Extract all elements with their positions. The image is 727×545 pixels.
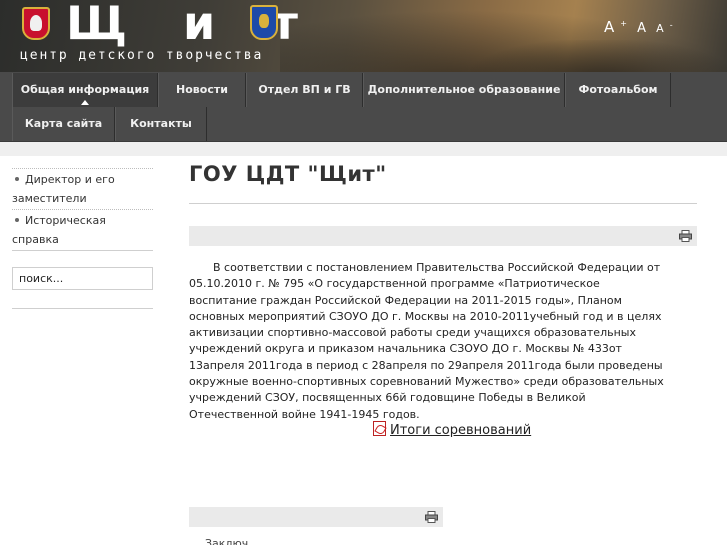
nav-row-1: Общая информация Новости Отдел ВП и ГВ Д… xyxy=(12,73,671,107)
print-icon[interactable] xyxy=(425,511,438,523)
nav-item-vp-gv-dept[interactable]: Отдел ВП и ГВ xyxy=(246,73,363,107)
nav-item-contacts[interactable]: Контакты xyxy=(115,107,207,141)
font-normal-button[interactable]: A xyxy=(637,21,646,36)
left-sidebar: Директор и его заместители Историческая … xyxy=(0,142,175,545)
nav-item-sitemap[interactable]: Карта сайта xyxy=(12,107,115,141)
district-coat-of-arms-icon xyxy=(250,5,278,40)
print-icon[interactable] xyxy=(679,230,692,242)
search-input[interactable] xyxy=(12,267,153,290)
site-header: Щ и т центр детского творчества A + A A- xyxy=(0,0,727,72)
article-toolbar-2 xyxy=(189,507,443,527)
nav-item-news[interactable]: Новости xyxy=(158,73,246,107)
bullet-icon xyxy=(15,177,19,181)
pdf-icon xyxy=(373,421,386,436)
article-body: В соответствии с постановлением Правител… xyxy=(189,261,664,421)
sidebar-divider xyxy=(12,250,153,251)
nav-row-2: Карта сайта Контакты xyxy=(12,107,207,141)
sidebar-item-history[interactable]: Историческая справка xyxy=(12,209,153,251)
next-article-text: Заключ... ... xyxy=(205,537,273,545)
nav-item-extra-education[interactable]: Дополнительное образование xyxy=(363,73,565,107)
site-subtitle: центр детского творчества xyxy=(20,48,264,63)
bullet-icon xyxy=(15,218,19,222)
nav-item-photo-album[interactable]: Фотоальбом xyxy=(565,73,671,107)
sidebar-menu: Директор и его заместители Историческая … xyxy=(12,168,153,251)
title-divider xyxy=(189,203,697,204)
header-background-hill xyxy=(470,40,727,72)
article-toolbar xyxy=(189,226,697,246)
results-document-link[interactable]: Итоги соревнований xyxy=(373,419,531,438)
main-navigation: Общая информация Новости Отдел ВП и ГВ Д… xyxy=(0,72,727,142)
sidebar-top-band xyxy=(0,142,175,156)
font-size-controls: A + A A- xyxy=(604,18,679,36)
main-content: ГОУ ЦДТ "Щит" В соответствии с постановл… xyxy=(175,142,727,545)
page-title: ГОУ ЦДТ "Щит" xyxy=(189,162,387,186)
moscow-coat-of-arms-icon xyxy=(22,7,50,40)
site-logo[interactable]: Щ и т xyxy=(66,0,318,50)
main-top-band xyxy=(175,142,727,156)
nav-item-general-info[interactable]: Общая информация xyxy=(12,73,158,107)
sidebar-item-director[interactable]: Директор и его заместители xyxy=(12,168,153,209)
font-increase-button[interactable]: A + xyxy=(604,18,627,36)
font-decrease-button[interactable]: A- xyxy=(656,20,672,35)
sidebar-divider xyxy=(12,308,153,309)
